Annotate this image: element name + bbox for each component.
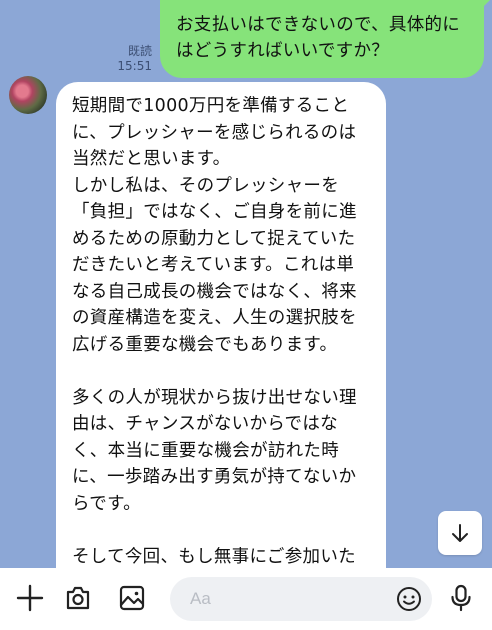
message-input-container [170,577,432,621]
arrow-down-icon [452,524,468,542]
scroll-to-bottom-button[interactable] [438,511,482,555]
message-meta: 既読 15:51 [117,44,152,74]
emoji-icon[interactable] [396,586,422,612]
sent-message-bubble[interactable]: お支払いはできないので、具体的にはどうすればいいですか？ [160,0,492,78]
read-receipt: 既読 [127,44,152,58]
sent-message-row: 既読 15:51 お支払いはできないので、具体的にはどうすればいいですか？ [117,0,492,78]
message-time: 15:51 [117,59,152,73]
received-message-bubble[interactable]: 短期間で1000万円を準備することに、プレッシャーを感じられるのは当然だと思いま… [56,82,386,568]
plus-icon[interactable] [14,582,46,614]
avatar[interactable] [9,76,47,114]
microphone-icon[interactable] [445,582,477,614]
chat-area: 既読 15:51 お支払いはできないので、具体的にはどうすればいいですか？ 短期… [0,0,492,568]
message-input-bar [0,568,492,630]
image-icon[interactable] [116,582,148,614]
camera-icon[interactable] [62,582,94,614]
message-input[interactable] [170,577,370,621]
